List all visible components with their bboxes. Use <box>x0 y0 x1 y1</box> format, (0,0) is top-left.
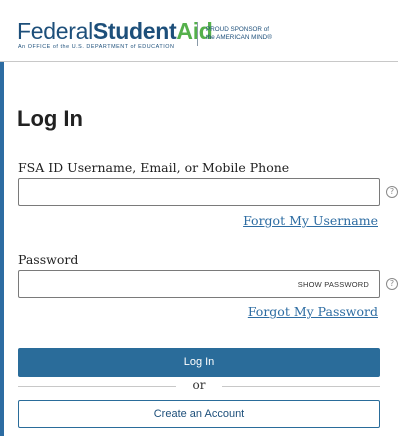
page-title: Log In <box>17 106 83 131</box>
header-divider <box>197 22 198 46</box>
sponsor-line-1: PROUD SPONSOR of <box>206 26 269 33</box>
logo-federal-text: Federal <box>17 18 93 44</box>
username-help-icon[interactable]: ? <box>386 186 398 198</box>
create-account-button[interactable]: Create an Account <box>18 400 380 428</box>
or-separator: or <box>192 378 206 392</box>
site-header: FederalStudentAid An OFFICE of the U.S. … <box>0 0 398 62</box>
forgot-username-link[interactable]: Forgot My Username <box>243 213 378 228</box>
sponsor-tagline: PROUD SPONSOR of the AMERICAN MIND® <box>206 26 272 42</box>
username-label: FSA ID Username, Email, or Mobile Phone <box>18 160 290 175</box>
username-input[interactable] <box>18 178 380 206</box>
show-password-toggle[interactable]: SHOW PASSWORD <box>298 280 369 289</box>
password-label: Password <box>18 252 79 267</box>
fsa-logo[interactable]: FederalStudentAid <box>17 19 213 45</box>
or-divider-right <box>222 386 380 387</box>
sponsor-line-2: the AMERICAN MIND® <box>206 34 272 41</box>
logo-subtitle: An OFFICE of the U.S. DEPARTMENT of EDUC… <box>18 44 175 50</box>
login-button[interactable]: Log In <box>18 348 380 377</box>
password-help-icon[interactable]: ? <box>386 278 398 290</box>
forgot-password-link[interactable]: Forgot My Password <box>248 304 378 319</box>
logo-student-text: Student <box>92 18 177 44</box>
password-input[interactable]: SHOW PASSWORD <box>18 270 380 298</box>
